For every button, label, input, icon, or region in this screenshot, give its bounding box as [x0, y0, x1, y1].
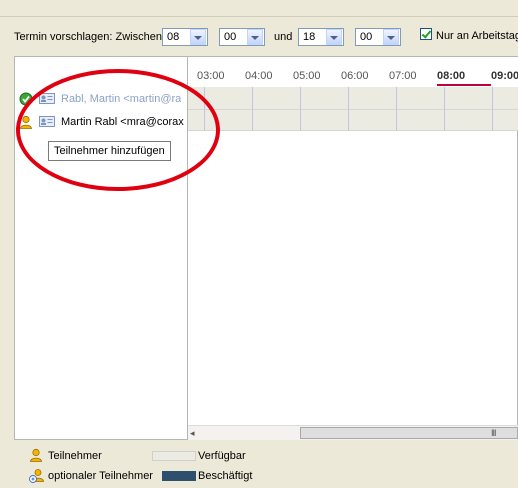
to-hour-value: 18 [303, 31, 316, 43]
participant-row[interactable]: Martin Rabl <mra@corax [15, 110, 187, 133]
and-label: und [274, 31, 293, 43]
scrollbar-thumb[interactable]: III [300, 427, 518, 439]
contact-card-icon [39, 93, 55, 104]
scroll-left-icon[interactable]: ◂ [190, 428, 195, 439]
from-hour-value: 08 [167, 31, 180, 43]
chevron-down-icon[interactable] [383, 29, 399, 45]
grid-line [204, 87, 205, 131]
workdays-checkbox[interactable] [420, 28, 432, 40]
optional-person-icon [29, 469, 44, 483]
grid-line [348, 87, 349, 131]
suggest-label: Termin vorschlagen: Zwischen [14, 31, 162, 43]
grid-line [252, 87, 253, 131]
from-minute-value: 00 [224, 31, 237, 43]
current-time-marker [437, 84, 491, 86]
row-divider [188, 130, 518, 131]
workdays-label: Nur an Arbeitstag [436, 30, 518, 42]
grid-line [396, 87, 397, 131]
to-hour-select[interactable]: 18 [298, 28, 344, 46]
row-divider [188, 109, 518, 110]
hour-label: 05:00 [293, 70, 321, 82]
hour-label: 04:00 [245, 70, 273, 82]
add-participant-button[interactable]: Teilnehmer hinzufügen [48, 141, 171, 161]
availability-rows[interactable] [188, 87, 518, 131]
to-minute-select[interactable]: 00 [355, 28, 401, 46]
participant-column: Rabl, Martin <martin@ra Martin Rabl <mra… [15, 57, 188, 439]
hour-label: 09:00 [491, 70, 518, 82]
legend-optional-participant: optionaler Teilnehmer [48, 470, 153, 482]
busy-swatch [162, 471, 196, 481]
participant-row[interactable]: Rabl, Martin <martin@ra [15, 87, 187, 110]
chevron-down-icon[interactable] [190, 29, 206, 45]
chevron-down-icon[interactable] [326, 29, 342, 45]
check-status-icon [19, 92, 33, 105]
contact-card-icon [39, 116, 55, 127]
hour-label: 06:00 [341, 70, 369, 82]
hour-label-current: 08:00 [437, 70, 466, 82]
from-minute-select[interactable]: 00 [219, 28, 265, 46]
participant-name: Rabl, Martin <martin@ra [61, 92, 182, 105]
available-swatch [152, 451, 196, 461]
hour-label: 03:00 [197, 70, 225, 82]
grid-line [492, 87, 493, 131]
legend: Teilnehmer optionaler Teilnehmer Verfügb… [0, 444, 518, 488]
hour-label: 07:00 [389, 70, 417, 82]
top-strip [0, 0, 518, 17]
to-minute-value: 00 [360, 31, 373, 43]
legend-participant: Teilnehmer [48, 450, 102, 462]
scheduling-panel: Rabl, Martin <martin@ra Martin Rabl <mra… [14, 56, 518, 440]
grid-line [300, 87, 301, 131]
from-hour-select[interactable]: 08 [162, 28, 208, 46]
chevron-down-icon[interactable] [247, 29, 263, 45]
grid-line [444, 87, 445, 131]
person-icon [20, 115, 32, 129]
availability-grid: 03:00 04:00 05:00 06:00 07:00 08:00 09:0… [188, 57, 518, 439]
suggest-toolbar: Termin vorschlagen: Zwischen 08 00 und 1… [0, 18, 518, 58]
horizontal-scrollbar[interactable]: ◂ III [188, 425, 518, 440]
legend-available: Verfügbar [198, 450, 246, 462]
legend-busy: Beschäftigt [198, 470, 253, 482]
scrollbar-grip: III [491, 428, 496, 438]
person-icon [30, 448, 42, 462]
timeline-header: 03:00 04:00 05:00 06:00 07:00 08:00 09:0… [188, 57, 518, 87]
participant-name: Martin Rabl <mra@corax [61, 115, 184, 128]
